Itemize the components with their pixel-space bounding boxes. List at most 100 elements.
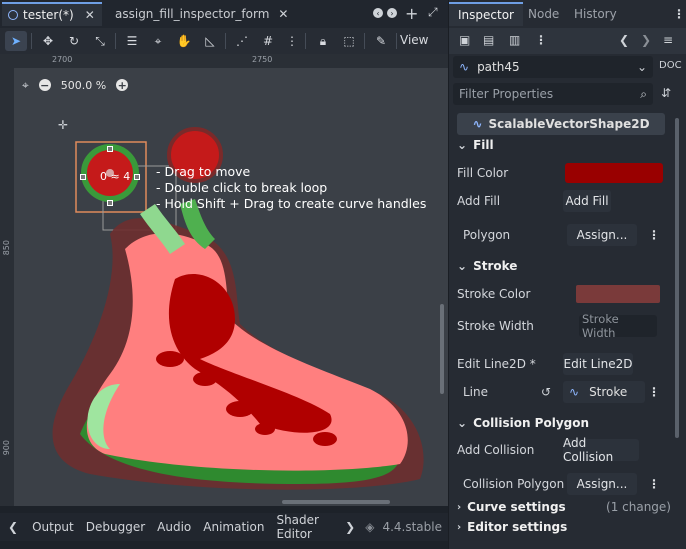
property-label: Fill Color bbox=[457, 166, 509, 180]
line-menu-icon[interactable]: ⋮ bbox=[648, 381, 660, 403]
history-forward-icon[interactable]: ❯ bbox=[641, 33, 651, 47]
class-name: ScalableVectorShape2D bbox=[488, 117, 650, 131]
pan-mode-button[interactable]: ✋ bbox=[173, 31, 195, 51]
property-label: Collision Polygon bbox=[463, 477, 565, 491]
editor-settings-section[interactable]: › Editor settings bbox=[457, 516, 671, 538]
ruler-left: 850 900 bbox=[0, 54, 14, 506]
origin-crosshair-icon: ✛ bbox=[58, 118, 69, 132]
node-name: path45 bbox=[477, 60, 520, 74]
filter-properties-input[interactable]: Filter Properties ⌕ bbox=[453, 83, 653, 105]
fill-color-picker[interactable] bbox=[565, 163, 663, 183]
separator bbox=[115, 33, 116, 49]
zoom-level[interactable]: 500.0 % bbox=[61, 79, 106, 92]
bottom-tab-audio[interactable]: Audio bbox=[151, 520, 197, 534]
chevron-left-icon[interactable]: ❮ bbox=[0, 520, 26, 534]
separator bbox=[305, 33, 306, 49]
transform-handle[interactable] bbox=[80, 174, 86, 180]
object-menu-icon[interactable]: ≡ bbox=[663, 33, 673, 47]
center-view-icon[interactable]: ⌖ bbox=[22, 78, 29, 93]
bottom-tab-shader-editor[interactable]: Shader Editor bbox=[270, 513, 337, 541]
tab-label: assign_fill_inspector_form bbox=[115, 7, 270, 21]
bottom-tab-animation[interactable]: Animation bbox=[197, 520, 270, 534]
property-label: Add Fill bbox=[457, 194, 501, 208]
open-folder-icon[interactable]: ▤ bbox=[483, 33, 494, 47]
bottom-tab-output[interactable]: Output bbox=[26, 520, 80, 534]
hint-line: - Hold Shift + Drag to create curve hand… bbox=[156, 196, 427, 211]
fill-section-header[interactable]: ⌄ Fill bbox=[457, 134, 671, 156]
tab-history[interactable]: History bbox=[565, 2, 626, 26]
stroke-width-input[interactable]: Stroke Width bbox=[579, 312, 657, 340]
skeleton-button[interactable]: ✎ bbox=[370, 31, 392, 51]
scale-icon: ⤡ bbox=[95, 33, 105, 48]
add-fill-button[interactable]: Add Fill bbox=[563, 190, 611, 212]
close-icon[interactable]: ✕ bbox=[85, 8, 95, 22]
group-button[interactable]: ⬚ bbox=[338, 31, 360, 51]
bottom-tab-debugger[interactable]: Debugger bbox=[80, 520, 151, 534]
previous-tab-icon[interactable]: ‹ bbox=[373, 8, 383, 18]
canvas-viewport[interactable]: 0 ≈ 4 - Drag to move - Double click to b… bbox=[0, 54, 448, 506]
line-value: Stroke bbox=[589, 385, 628, 399]
line-resource-button[interactable]: ∿ Stroke bbox=[563, 381, 645, 403]
node-selector[interactable]: ∿ path45 ⌄ bbox=[453, 56, 653, 78]
stroke-color-picker[interactable] bbox=[576, 285, 660, 303]
pivot-mode-button[interactable]: ⌖ bbox=[147, 31, 169, 51]
smart-snap-button[interactable]: ⋰ bbox=[231, 31, 253, 51]
version-label: 4.4.stable bbox=[382, 520, 442, 534]
path-icon: ∿ bbox=[472, 117, 483, 131]
next-tab-icon[interactable]: › bbox=[387, 8, 397, 18]
polygon-assign-button[interactable]: Assign... bbox=[567, 224, 637, 246]
chevron-right-icon[interactable]: ❯ bbox=[337, 520, 363, 534]
zoom-out-icon[interactable]: − bbox=[38, 79, 51, 92]
docs-icon[interactable]: DOC bbox=[659, 60, 682, 71]
history-back-icon[interactable]: ❮ bbox=[619, 33, 629, 47]
dock-menu-icon[interactable]: ⋮ bbox=[673, 7, 685, 21]
more-icon[interactable]: ⋮ bbox=[535, 33, 547, 47]
pointer-icon: ➤ bbox=[10, 34, 22, 48]
transform-handle[interactable] bbox=[107, 146, 113, 152]
list-select-button[interactable]: ☰ bbox=[121, 31, 143, 51]
lock-button[interactable]: 🔒︎ bbox=[312, 31, 334, 51]
seed bbox=[283, 415, 307, 429]
horizontal-scrollbar[interactable] bbox=[282, 500, 390, 504]
add-collision-button[interactable]: Add Collision bbox=[563, 436, 639, 464]
transform-handle[interactable] bbox=[107, 200, 113, 206]
scale-mode-button[interactable]: ⤡ bbox=[89, 31, 111, 51]
view-menu[interactable]: View bbox=[400, 33, 428, 47]
filter-options-icon[interactable]: ⇵ bbox=[661, 86, 671, 100]
collision-section-header[interactable]: ⌄ Collision Polygon bbox=[457, 412, 671, 434]
ruler-tick-label: 850 bbox=[2, 240, 11, 256]
polygon-menu-icon[interactable]: ⋮ bbox=[648, 224, 660, 246]
save-icon[interactable]: ▥ bbox=[509, 33, 520, 47]
select-mode-button[interactable]: ➤ bbox=[5, 31, 27, 51]
tab-node[interactable]: Node bbox=[519, 2, 568, 26]
ruler-mode-button[interactable]: ◺ bbox=[199, 31, 221, 51]
search-icon: ⌕ bbox=[640, 86, 647, 101]
property-label: Polygon bbox=[463, 228, 511, 242]
revert-icon[interactable]: ↺ bbox=[541, 385, 551, 399]
distraction-free-icon[interactable]: ⤢ bbox=[428, 5, 438, 20]
vertical-scrollbar[interactable] bbox=[440, 304, 444, 394]
rotate-mode-button[interactable]: ↻ bbox=[63, 31, 85, 51]
collision-polygon-assign-button[interactable]: Assign... bbox=[567, 473, 637, 495]
collision-polygon-menu-icon[interactable]: ⋮ bbox=[648, 473, 660, 495]
property-label: Stroke Color bbox=[457, 287, 531, 301]
snap-options-button[interactable]: ⋮ bbox=[281, 31, 303, 51]
chevron-down-icon: ⌄ bbox=[457, 259, 468, 273]
close-icon[interactable]: ✕ bbox=[278, 7, 288, 21]
tab-inspector[interactable]: Inspector bbox=[449, 2, 523, 26]
zoom-in-icon[interactable]: + bbox=[116, 79, 129, 92]
property-label: Line bbox=[463, 385, 489, 399]
stroke-section-header[interactable]: ⌄ Stroke bbox=[457, 255, 671, 277]
new-resource-icon[interactable]: ▣ bbox=[459, 33, 470, 47]
hand-icon: ✋ bbox=[176, 34, 192, 48]
tab-assign-fill-inspector-form[interactable]: assign_fill_inspector_form ✕ bbox=[104, 2, 290, 26]
transform-handle[interactable] bbox=[134, 174, 140, 180]
section-label: Stroke bbox=[473, 259, 518, 273]
add-tab-icon[interactable]: + bbox=[405, 4, 418, 23]
edit-line2d-button[interactable]: Edit Line2D bbox=[563, 353, 633, 375]
tab-tester[interactable]: tester(*) ✕ bbox=[2, 2, 102, 26]
curve-settings-section[interactable]: › Curve settings (1 change) bbox=[457, 496, 671, 518]
seed bbox=[313, 432, 337, 446]
grid-snap-button[interactable]: # bbox=[257, 31, 279, 51]
move-mode-button[interactable]: ✥ bbox=[37, 31, 59, 51]
